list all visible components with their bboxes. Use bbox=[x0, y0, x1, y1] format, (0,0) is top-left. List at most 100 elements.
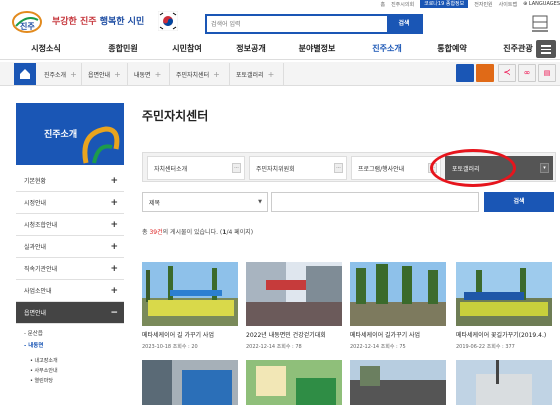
sidebar-item-admin[interactable]: 시정안내 + bbox=[16, 192, 124, 214]
link-icon[interactable]: ∞ bbox=[518, 64, 536, 82]
gallery-title-1[interactable]: 메타세케이어 길 가꾸기 사업 bbox=[142, 330, 214, 339]
sidebar-sub3-intro[interactable]: • 내고장소개 bbox=[30, 356, 124, 366]
sidebar-title: 진주소개 bbox=[44, 130, 78, 140]
corona-info-link[interactable]: 코로나19 종합정보 bbox=[420, 0, 469, 8]
search-field-select[interactable]: 제목 ▼ bbox=[142, 192, 268, 212]
nav-item-reservation[interactable]: 통합예약 bbox=[422, 43, 482, 54]
plus-icon: + bbox=[110, 285, 118, 296]
tab-label: 자치센터소개 bbox=[154, 165, 188, 173]
sidebar-sub-munsan[interactable]: - 문산읍 bbox=[24, 328, 116, 340]
slogan: 부강한 진주 행복한 시민 bbox=[52, 14, 144, 27]
breadcrumb-item-center[interactable]: 주민자치센터 + bbox=[170, 63, 230, 85]
nav-item-news[interactable]: 시정소식 bbox=[0, 43, 92, 54]
gallery-thumb-2[interactable] bbox=[246, 262, 342, 326]
chevron-down-icon: ▼ bbox=[258, 199, 262, 205]
tab-center-intro[interactable]: 자치센터소개 ··· bbox=[147, 156, 245, 180]
plus-icon: + bbox=[267, 69, 275, 79]
gallery-thumb-5[interactable] bbox=[142, 360, 238, 405]
breadcrumb-label: 내동면 bbox=[134, 71, 151, 79]
tab-committee[interactable]: 주민자치위원회 ··· bbox=[249, 156, 347, 180]
top-link-civil[interactable]: 전자민원 bbox=[474, 1, 492, 8]
sidebar-sub3: • 내고장소개 • 사무소안내 • 열린마당 bbox=[16, 356, 124, 386]
sidebar-sub3-forum[interactable]: • 열린마당 bbox=[30, 376, 124, 386]
search-bar: 검색 bbox=[205, 14, 423, 34]
sidebar-item-label: 읍면안내 bbox=[24, 310, 47, 317]
gallery-thumb-3[interactable] bbox=[350, 262, 446, 326]
sidebar-item-label: 시청조합안내 bbox=[24, 222, 58, 229]
sidebar-item-label: 실과안내 bbox=[24, 244, 47, 251]
gallery-meta-4: 2019-06-22 조회수 : 377 bbox=[456, 344, 515, 350]
plus-icon: + bbox=[154, 69, 162, 79]
search-input[interactable] bbox=[211, 18, 389, 31]
jinju-logo-icon[interactable]: 진주 bbox=[10, 10, 44, 34]
select-value: 제목 bbox=[149, 200, 161, 207]
languages-label: LANGUAGES bbox=[528, 1, 560, 7]
city-emblem-icon[interactable] bbox=[530, 14, 550, 36]
sidebar-item-dept[interactable]: 실과안내 + bbox=[16, 236, 124, 258]
breadcrumb-item-gallery[interactable]: 포토갤러리 + bbox=[230, 63, 284, 85]
breadcrumb-item-naedong[interactable]: 내동면 + bbox=[128, 63, 170, 85]
breadcrumb-label: 진주소개 bbox=[44, 71, 67, 79]
nav-item-field-info[interactable]: 분야별정보 bbox=[282, 43, 352, 54]
sidebar-sub3-office[interactable]: • 사무소안내 bbox=[30, 366, 124, 376]
sitemap-tool-icon[interactable] bbox=[456, 64, 474, 82]
sidebar-item-label: 시정안내 bbox=[24, 200, 47, 207]
sidebar-item-label: 기본현황 bbox=[24, 178, 47, 185]
chevron-down-icon[interactable]: ▾ bbox=[540, 163, 549, 173]
top-link-sitemap[interactable]: 사이트맵 bbox=[499, 1, 517, 8]
red-circle-annotation bbox=[430, 149, 516, 187]
gallery-thumb-4[interactable] bbox=[456, 262, 552, 326]
sidebar-item-office[interactable]: 사업소안내 + bbox=[16, 280, 124, 302]
tab-program[interactable]: 프로그램/행사안내 ··· bbox=[351, 156, 441, 180]
main-nav: 시정소식 종합민원 시민참여 정보공개 분야별정보 진주소개 통합예약 진주관광 bbox=[0, 38, 560, 60]
top-link-home[interactable]: 홈 bbox=[380, 1, 385, 8]
sidebar-submenu: - 문산읍 - 내동면 bbox=[16, 324, 124, 356]
plus-icon: + bbox=[70, 69, 77, 79]
gallery-meta-1: 2023-10-18 조회수 : 20 bbox=[142, 344, 198, 350]
nav-item-intro[interactable]: 진주소개 bbox=[352, 43, 422, 54]
print-icon[interactable]: ▤ bbox=[538, 64, 556, 82]
more-icon[interactable]: ··· bbox=[232, 163, 241, 173]
home-icon[interactable] bbox=[14, 63, 36, 85]
gallery-title-3[interactable]: 메타세케이어 길가꾸기 사업 bbox=[350, 330, 420, 339]
gallery-thumb-7[interactable] bbox=[350, 360, 446, 405]
tab-label: 주민자치위원회 bbox=[256, 165, 295, 173]
plus-icon: + bbox=[110, 263, 118, 274]
sidebar-item-union[interactable]: 시청조합안내 + bbox=[16, 214, 124, 236]
search-button[interactable]: 검색 bbox=[387, 16, 421, 32]
slogan-suffix: 행복한 시민 bbox=[99, 17, 145, 27]
sidebar-item-label: 사업소안내 bbox=[24, 288, 52, 295]
tab-label: 프로그램/행사안내 bbox=[358, 165, 405, 173]
nav-item-participation[interactable]: 시민참여 bbox=[154, 43, 220, 54]
gallery-thumb-1[interactable] bbox=[142, 262, 238, 326]
gallery-title-4[interactable]: 메타세케이어 꽃길가꾸기(2019.4.) bbox=[456, 330, 546, 339]
nav-item-civil[interactable]: 종합민원 bbox=[92, 43, 154, 54]
sidebar-item-eupmyeon[interactable]: 읍면안내 − bbox=[16, 302, 124, 324]
gallery-thumb-6[interactable] bbox=[246, 360, 342, 405]
nav-item-disclosure[interactable]: 정보공개 bbox=[220, 43, 282, 54]
breadcrumb-label: 읍면안내 bbox=[88, 71, 111, 79]
breadcrumb-item-eupmyeon[interactable]: 읍면안내 + bbox=[82, 63, 128, 85]
gallery-thumb-8[interactable] bbox=[456, 360, 552, 405]
breadcrumb-item-intro[interactable]: 진주소개 + bbox=[38, 63, 82, 85]
sidebar-menu: 기본현황 + 시정안내 + 시청조합안내 + 실과안내 + 직속기관안내 + 사업소안내 +… bbox=[16, 170, 124, 386]
sidebar-item-basic[interactable]: 기본현황 + bbox=[16, 170, 124, 192]
gallery-meta-3: 2022-12-14 조회수 : 75 bbox=[350, 344, 406, 350]
utility-links: 홈 진주시의회 코로나19 종합정보 전자민원 사이트맵 ⊕ LANGUAGES bbox=[380, 0, 560, 8]
post-count: 총 39건의 게시물이 있습니다. (1/4 페이지) bbox=[142, 229, 254, 236]
total-count: 39건 bbox=[149, 229, 163, 236]
plus-icon: + bbox=[110, 175, 118, 186]
gallery-title-2[interactable]: 2022년 내동면민 건강걷기대회 bbox=[246, 330, 326, 339]
hamburger-menu-icon[interactable] bbox=[536, 40, 556, 58]
top-link-council[interactable]: 진주시의회 bbox=[391, 1, 414, 8]
sidebar-sub-naedong[interactable]: - 내동면 bbox=[24, 340, 116, 352]
languages-link[interactable]: ⊕ LANGUAGES bbox=[523, 1, 560, 7]
filter-search-button[interactable]: 검색 bbox=[484, 192, 554, 212]
share-people-icon[interactable] bbox=[476, 64, 494, 82]
share-icon[interactable]: ≺ bbox=[498, 64, 516, 82]
keyword-input[interactable] bbox=[271, 192, 479, 212]
minus-icon: − bbox=[110, 307, 118, 318]
more-icon[interactable]: ··· bbox=[334, 163, 343, 173]
plus-icon: + bbox=[213, 69, 220, 79]
sidebar-item-agency[interactable]: 직속기관안내 + bbox=[16, 258, 124, 280]
